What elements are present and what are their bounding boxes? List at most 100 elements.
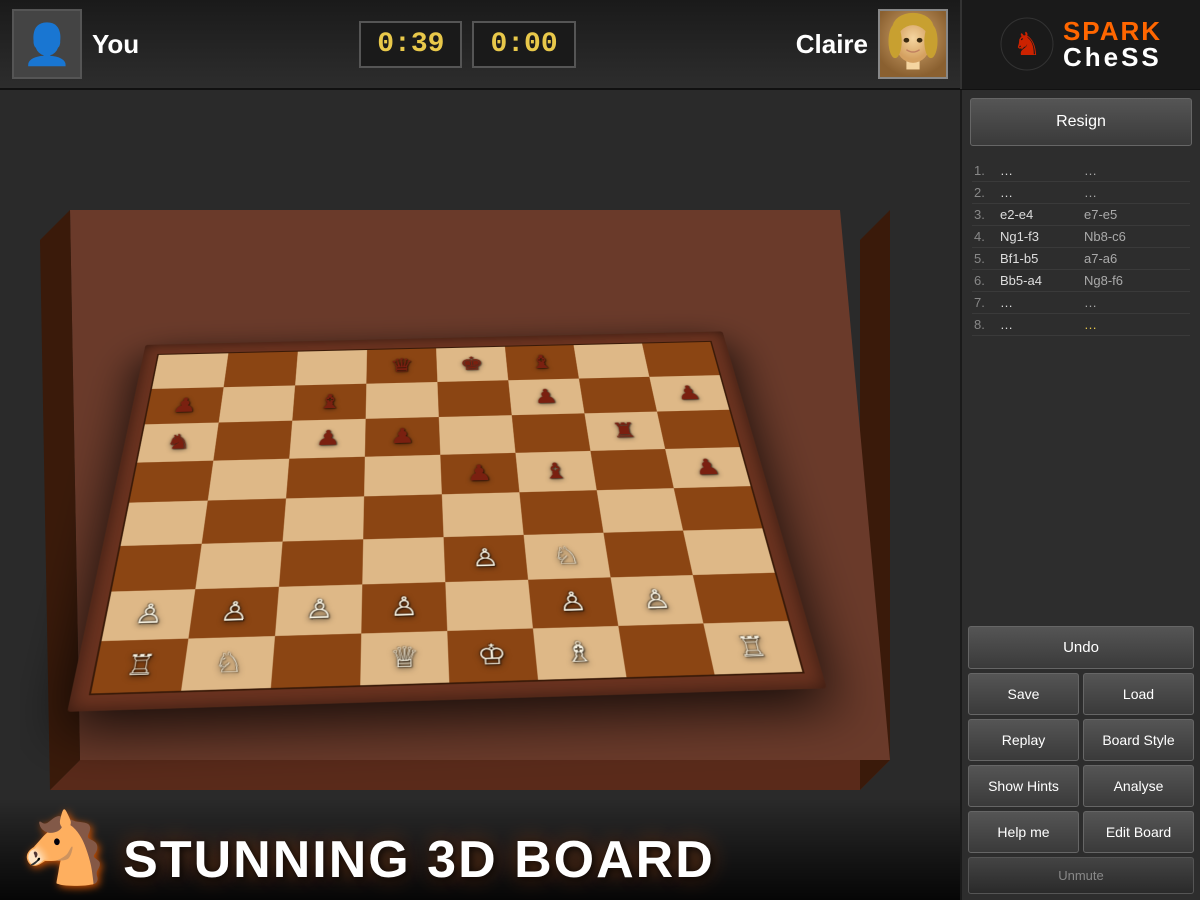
chess-cell-5-1[interactable]	[195, 541, 282, 589]
analyse-button[interactable]: Analyse	[1083, 765, 1194, 807]
chess-cell-1-1[interactable]	[219, 385, 295, 422]
piece-2-2: ♟	[315, 428, 341, 449]
chess-cell-2-1[interactable]	[213, 421, 292, 461]
chess-cell-4-7[interactable]	[674, 486, 762, 530]
chess-cell-6-1[interactable]: ♙	[188, 587, 278, 638]
chess-cell-3-1[interactable]	[208, 458, 289, 500]
chess-cell-1-3[interactable]	[366, 382, 439, 419]
chess-cell-6-2[interactable]: ♙	[275, 584, 362, 635]
undo-button[interactable]: Undo	[968, 626, 1194, 669]
move-row: 4.Ng1-f3Nb8-c6	[972, 226, 1190, 248]
chess-cell-2-6[interactable]: ♜	[584, 412, 665, 451]
move-number: 7.	[974, 295, 996, 310]
chess-cell-2-7[interactable]	[657, 410, 740, 449]
chess-cell-3-6[interactable]	[590, 449, 673, 491]
move-row: 7.……	[972, 292, 1190, 314]
chess-cell-6-0[interactable]: ♙	[102, 589, 196, 641]
chess-cell-4-0[interactable]	[121, 501, 208, 546]
chess-cell-4-4[interactable]	[442, 492, 524, 537]
show-hints-button[interactable]: Show Hints	[968, 765, 1079, 807]
piece-7-4: ♔	[476, 640, 507, 669]
chess-cell-7-7[interactable]: ♖	[703, 621, 802, 675]
help-me-button[interactable]: Help me	[968, 811, 1079, 853]
chess-cell-3-5[interactable]: ♝	[515, 451, 596, 493]
chess-cell-4-2[interactable]	[283, 496, 364, 541]
chess-cell-7-5[interactable]: ♗	[533, 626, 627, 680]
save-button[interactable]: Save	[968, 673, 1079, 715]
chess-cell-4-3[interactable]	[363, 494, 443, 539]
chess-cell-3-4[interactable]: ♟	[440, 453, 519, 495]
chess-cell-6-7[interactable]	[693, 573, 788, 623]
chess-cell-6-6[interactable]: ♙	[611, 575, 704, 625]
chess-cell-1-0[interactable]: ♟	[145, 387, 224, 424]
chess-cell-5-5[interactable]: ♘	[524, 532, 611, 579]
chess-cell-7-6[interactable]	[618, 623, 714, 677]
chess-cell-5-3[interactable]	[362, 537, 445, 585]
chess-cell-3-7[interactable]: ♟	[665, 447, 750, 488]
board-style-button[interactable]: Board Style	[1083, 719, 1194, 761]
chess-cell-0-5[interactable]: ♝	[505, 345, 579, 380]
chess-cell-4-1[interactable]	[202, 498, 286, 543]
chess-cell-6-3[interactable]: ♙	[361, 582, 447, 633]
move-number: 1.	[974, 163, 996, 178]
chess-cell-0-4[interactable]: ♚	[436, 347, 508, 382]
move-row: 2.……	[972, 182, 1190, 204]
chess-cell-5-0[interactable]	[111, 543, 201, 591]
chess-cell-1-4[interactable]	[437, 380, 511, 417]
move-white: Bb5-a4	[1000, 273, 1080, 288]
chess-cell-3-3[interactable]	[364, 454, 442, 496]
move-white: …	[1000, 163, 1080, 178]
move-white: …	[1000, 185, 1080, 200]
chess-cell-4-6[interactable]	[597, 488, 683, 532]
chess-cell-0-0[interactable]	[152, 353, 228, 388]
chess-cell-2-2[interactable]: ♟	[289, 419, 365, 459]
resign-button[interactable]: Resign	[970, 98, 1192, 146]
chess-cell-7-1[interactable]: ♘	[181, 636, 275, 691]
chess-cell-1-5[interactable]: ♟	[508, 378, 584, 415]
chess-cell-0-3[interactable]: ♛	[366, 348, 437, 383]
chess-cell-3-2[interactable]	[286, 456, 365, 498]
piece-6-6: ♙	[640, 586, 673, 613]
replay-boardstyle-row: Replay Board Style	[968, 719, 1194, 761]
help-edit-row: Help me Edit Board	[968, 811, 1194, 853]
board-area: // This won't execute inside SVG, so we …	[0, 90, 960, 900]
chess-cell-5-7[interactable]	[683, 528, 775, 575]
chess-cell-1-7[interactable]: ♟	[649, 375, 729, 412]
logo-knight-icon: ♞	[1000, 17, 1055, 72]
timer-claire: 0:00	[472, 21, 575, 68]
hints-analyse-row: Show Hints Analyse	[968, 765, 1194, 807]
chess-cell-5-4[interactable]: ♙	[444, 535, 529, 583]
chess-cell-4-5[interactable]	[519, 490, 603, 534]
chess-cell-7-0[interactable]: ♖	[91, 638, 188, 693]
move-black: …	[1084, 317, 1164, 332]
chess-cell-0-1[interactable]	[224, 352, 298, 387]
chess-cell-2-5[interactable]	[512, 413, 591, 452]
chess-cell-6-4[interactable]	[445, 580, 533, 631]
chess-cell-2-0[interactable]: ♞	[137, 423, 218, 463]
chess-cell-0-6[interactable]	[574, 344, 650, 379]
chess-cell-5-2[interactable]	[279, 539, 363, 587]
load-button[interactable]: Load	[1083, 673, 1194, 715]
chess-cell-0-2[interactable]	[295, 350, 367, 385]
chess-cell-7-4[interactable]: ♔	[447, 628, 538, 683]
chess-cell-5-6[interactable]	[603, 530, 692, 577]
piece-1-0: ♟	[171, 395, 199, 415]
unmute-button[interactable]: Unmute	[968, 857, 1194, 894]
piece-2-3: ♟	[390, 426, 415, 447]
chess-cell-3-0[interactable]	[129, 460, 213, 502]
chess-cell-2-4[interactable]	[439, 415, 516, 454]
piece-7-3: ♕	[390, 643, 420, 672]
claire-portrait-icon	[880, 9, 946, 79]
chess-cell-1-6[interactable]	[579, 377, 657, 414]
chess-cell-7-2[interactable]	[271, 633, 361, 688]
chess-cell-2-3[interactable]: ♟	[365, 417, 440, 456]
chess-board-3d: // This won't execute inside SVG, so we …	[20, 110, 890, 830]
chess-cell-1-2[interactable]: ♝	[292, 383, 366, 420]
piece-6-0: ♙	[132, 601, 165, 629]
edit-board-button[interactable]: Edit Board	[1083, 811, 1194, 853]
chess-cell-6-5[interactable]: ♙	[528, 577, 618, 628]
logo-spark-text: SPARK	[1063, 18, 1162, 44]
replay-button[interactable]: Replay	[968, 719, 1079, 761]
chess-cell-0-7[interactable]	[642, 342, 719, 377]
chess-cell-7-3[interactable]: ♕	[360, 631, 449, 686]
